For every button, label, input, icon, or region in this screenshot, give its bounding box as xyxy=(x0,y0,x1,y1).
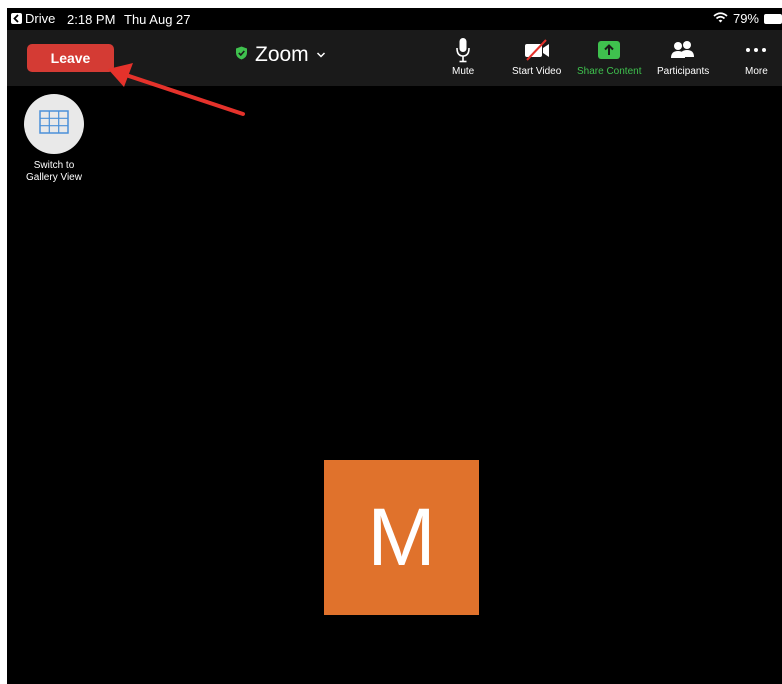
participants-icon xyxy=(669,36,697,64)
status-date: Thu Aug 27 xyxy=(124,12,191,27)
status-bar: Drive 2:18 PM Thu Aug 27 79% xyxy=(7,8,782,30)
back-chevron-icon xyxy=(11,13,22,24)
back-to-app-link[interactable]: Drive xyxy=(11,11,55,26)
status-indicators: 79% xyxy=(713,11,782,26)
battery-percent: 79% xyxy=(732,11,759,26)
battery-icon xyxy=(764,13,782,24)
more-button[interactable]: More xyxy=(745,36,768,77)
participant-avatar: M xyxy=(324,460,479,615)
mute-label: Mute xyxy=(452,66,475,77)
share-screen-icon xyxy=(596,36,622,64)
meeting-toolbar: Leave Zoom Mute Start Video Share Conten… xyxy=(7,30,782,86)
grid-icon xyxy=(39,109,69,139)
share-content-button[interactable]: Share Content xyxy=(577,36,642,77)
mute-button[interactable]: Mute xyxy=(452,36,474,77)
participants-label: Participants xyxy=(657,66,710,77)
switch-to-gallery-view-button[interactable]: Switch to Gallery View xyxy=(22,94,86,184)
shield-check-icon xyxy=(235,46,248,65)
start-video-button[interactable]: Start Video xyxy=(512,36,561,77)
chevron-down-icon xyxy=(316,46,326,64)
gallery-view-circle xyxy=(24,94,84,154)
participants-button[interactable]: Participants xyxy=(657,36,709,77)
back-app-label: Drive xyxy=(25,11,56,26)
share-content-label: Share Content xyxy=(577,66,642,77)
status-time: 2:18 PM xyxy=(67,12,116,27)
video-off-icon xyxy=(523,36,551,64)
gallery-view-label: Switch to Gallery View xyxy=(14,160,94,184)
meeting-title: Zoom xyxy=(255,43,309,66)
more-label: More xyxy=(745,66,768,77)
more-dots-icon xyxy=(745,36,767,64)
gallery-label-line1: Switch to xyxy=(33,160,75,171)
start-video-label: Start Video xyxy=(512,66,562,77)
wifi-icon xyxy=(713,11,728,26)
leave-button[interactable]: Leave xyxy=(27,44,114,72)
microphone-icon xyxy=(455,36,471,64)
meeting-title-dropdown[interactable]: Zoom xyxy=(235,43,326,67)
gallery-label-line2: Gallery View xyxy=(26,172,82,183)
zoom-meeting-screen: Drive 2:18 PM Thu Aug 27 79% Leave Zoom … xyxy=(7,8,782,684)
